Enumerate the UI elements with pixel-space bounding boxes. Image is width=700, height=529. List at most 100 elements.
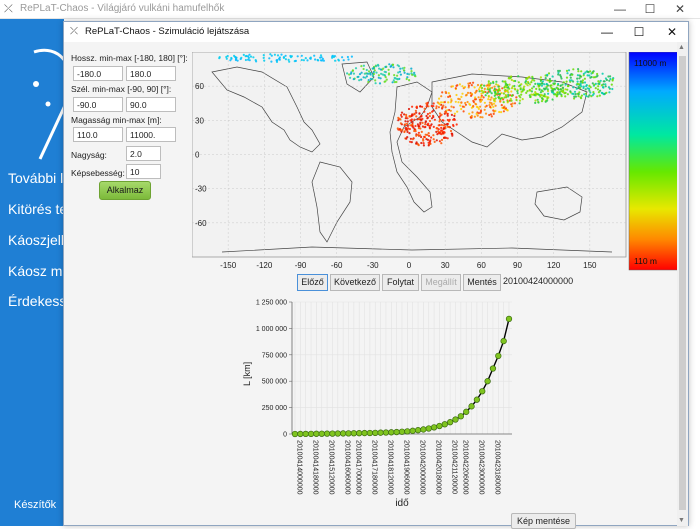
- lat-min-input[interactable]: [73, 97, 123, 112]
- sidebar-item-further[interactable]: További l: [8, 170, 63, 186]
- lat-label: Szél. min-max [-90, 90] [°]:: [71, 84, 172, 94]
- map-x-tick: 120: [547, 261, 561, 270]
- chart-point: [329, 430, 336, 437]
- scrollbar-thumb[interactable]: [679, 56, 686, 510]
- chart-point: [307, 430, 315, 437]
- scroll-up-icon[interactable]: ▲: [678, 44, 685, 51]
- map-x-tick: -30: [367, 261, 379, 270]
- chart-x-tick: 20100418120000: [386, 440, 393, 495]
- chart-point: [420, 426, 427, 433]
- chart-point: [404, 428, 411, 435]
- chart-point: [457, 413, 465, 420]
- map-x-tick: 30: [441, 261, 450, 270]
- chart-y-tick: 1 000 000: [256, 326, 287, 333]
- chart-y-tick: 1 250 000: [256, 300, 287, 307]
- chart-x-tick: 20100414000000: [296, 440, 303, 495]
- dialog-title: RePLaT-Chaos - Szimuláció lejátszása: [85, 26, 250, 37]
- save-button[interactable]: Mentés: [463, 274, 501, 291]
- chart-point: [388, 429, 395, 436]
- chart-x-tick: 20100423000000: [477, 440, 484, 495]
- maximize-button[interactable]: ☐: [636, 0, 664, 19]
- dialog-scrollbar[interactable]: ▲ ▼: [677, 42, 688, 526]
- map-x-tick: 60: [477, 261, 486, 270]
- next-button[interactable]: Következő: [330, 274, 380, 291]
- current-timestamp: 20100424000000: [503, 276, 574, 286]
- size-input[interactable]: [126, 146, 161, 161]
- chart-y-axis-label: L [km]: [242, 362, 252, 386]
- chart-point: [398, 428, 406, 435]
- chart-y-tick: 0: [283, 432, 287, 439]
- lon-max-input[interactable]: [126, 66, 176, 81]
- chart-point: [463, 408, 470, 415]
- lon-min-input[interactable]: [73, 66, 123, 81]
- chart-point: [334, 430, 341, 437]
- chart-point: [495, 352, 502, 360]
- chart-point: [409, 427, 416, 434]
- map-x-tick: -60: [331, 261, 343, 270]
- altitude-max-input[interactable]: [126, 127, 176, 142]
- chart-point: [393, 428, 400, 436]
- chart-point: [291, 430, 299, 438]
- stop-button[interactable]: Megállít: [421, 274, 461, 291]
- chart-point: [468, 403, 475, 410]
- chart-point: [345, 430, 352, 437]
- main-window-title: RePLaT-Chaos - Világjáró vulkáni hamufel…: [20, 3, 225, 14]
- app-icon: ⤫: [4, 3, 13, 15]
- chart-point: [441, 421, 448, 428]
- prev-button[interactable]: Előző: [297, 274, 328, 291]
- sidebar: További l Kitörés te Káoszjelle Káosz me…: [0, 19, 64, 526]
- app-logo: [33, 48, 64, 160]
- chart-x-tick: 20100420180000: [435, 440, 442, 495]
- length-chart: 1 250 000 1 000 000 750 000 500 000 250 000 0…: [242, 300, 513, 509]
- sidebar-item-interesting[interactable]: Érdekess: [8, 293, 64, 309]
- chart-point: [356, 430, 363, 437]
- minimize-button[interactable]: —: [606, 0, 634, 19]
- map-x-tick: -90: [295, 261, 307, 270]
- altitude-label: Magasság min-max [m]:: [71, 115, 162, 125]
- chart-point: [339, 430, 347, 437]
- chart-y-tick: 250 000: [262, 405, 287, 412]
- chart-point: [313, 430, 320, 437]
- altitude-min-input[interactable]: [73, 127, 123, 142]
- fps-label: Képsebesség:: [71, 168, 125, 178]
- sidebar-item-chaos-measure[interactable]: Káosz me: [8, 263, 64, 279]
- chart-x-tick: 20100419060000: [403, 440, 410, 495]
- chart-x-tick: 20100416060000: [344, 440, 351, 495]
- chart-x-tick: 20100422060000: [461, 440, 468, 495]
- lat-max-input[interactable]: [126, 97, 176, 112]
- dialog-maximize-button[interactable]: ☐: [623, 22, 655, 42]
- chart-y-tick: 500 000: [262, 379, 287, 386]
- apply-button[interactable]: Alkalmaz: [99, 181, 151, 200]
- fps-input[interactable]: [126, 164, 161, 179]
- close-button[interactable]: ✕: [666, 0, 694, 19]
- chart-x-tick: 20100417180000: [370, 440, 377, 495]
- chart-x-tick: 20100415120000: [328, 440, 335, 495]
- map-y-tick: -60: [195, 219, 207, 228]
- scroll-down-icon[interactable]: ▼: [678, 517, 685, 524]
- chart-x-axis-label: idő: [395, 498, 409, 509]
- simulation-dialog: ⤫ RePLaT-Chaos - Szimuláció lejátszása —…: [63, 21, 689, 529]
- chart-point: [382, 429, 390, 436]
- dialog-close-button[interactable]: ✕: [656, 22, 688, 42]
- sidebar-item-chaos-features[interactable]: Káoszjelle: [8, 232, 64, 248]
- colorbar-min-label: 110 m: [634, 256, 657, 266]
- save-image-button[interactable]: Kép mentése: [511, 513, 576, 529]
- dialog-minimize-button[interactable]: —: [591, 22, 623, 42]
- chart-point: [505, 315, 513, 323]
- main-titlebar: ⤫ RePLaT-Chaos - Világjáró vulkáni hamuf…: [0, 0, 700, 19]
- chart-point: [414, 427, 422, 434]
- map-y-tick: 30: [195, 116, 204, 125]
- sidebar-item-authors[interactable]: Készítők: [14, 499, 56, 511]
- chart-point: [430, 424, 438, 431]
- map-x-tick: -120: [256, 261, 273, 270]
- map-y-tick: -30: [195, 185, 207, 194]
- chart-x-tick: 20100421120000: [451, 440, 458, 494]
- continue-button[interactable]: Folytat: [382, 274, 419, 291]
- chart-x-tick: 20100423180000: [493, 440, 500, 495]
- dialog-titlebar: ⤫ RePLaT-Chaos - Szimuláció lejátszása —…: [64, 22, 688, 42]
- chart-point: [473, 396, 481, 403]
- chart-point: [446, 419, 454, 426]
- chart-x-tick: 20100414180000: [312, 440, 319, 495]
- sidebar-item-eruption[interactable]: Kitörés te: [8, 201, 64, 217]
- chart-point: [366, 429, 374, 437]
